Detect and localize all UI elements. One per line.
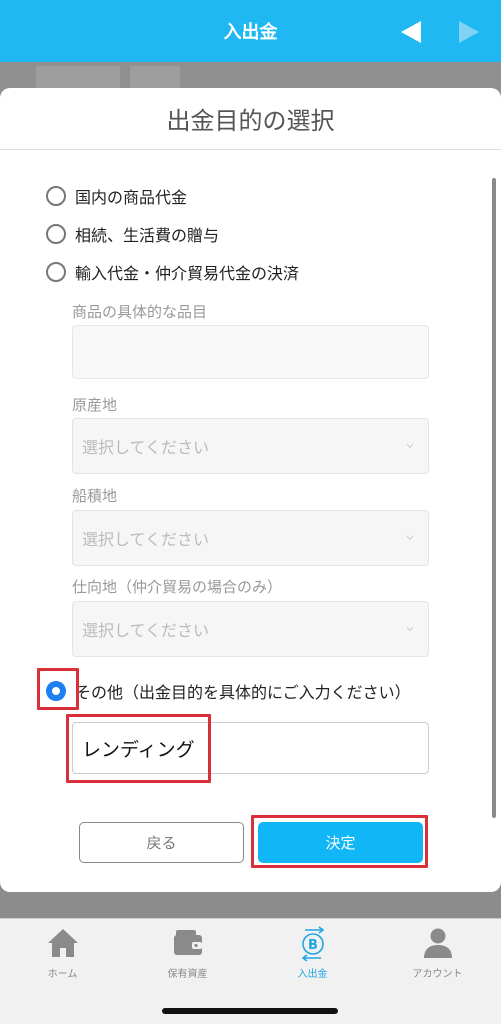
origin-placeholder: 選択してください	[82, 438, 210, 457]
tab-label: アカウント	[412, 969, 463, 980]
tab-account[interactable]: アカウント	[375, 925, 500, 985]
modal-title: 出金目的の選択	[0, 88, 501, 150]
chevron-down-icon	[406, 626, 414, 632]
tab-label: 保有資産	[167, 969, 208, 980]
triangle-right-icon[interactable]	[458, 20, 480, 44]
confirm-button[interactable]: 決定	[258, 822, 423, 863]
loading-port-select[interactable]: 選択してください	[72, 510, 429, 566]
loading-port-placeholder: 選択してください	[82, 530, 210, 549]
option-label: 国内の商品代金	[75, 188, 188, 207]
radio-button[interactable]	[46, 262, 66, 282]
back-button[interactable]: 戻る	[79, 822, 244, 863]
tab-label: 入出金	[297, 969, 328, 980]
tab-assets[interactable]: 保有資産	[125, 925, 250, 985]
chevron-down-icon	[406, 535, 414, 541]
radio-button[interactable]	[46, 224, 66, 244]
bitcoin-transfer-icon: B	[301, 926, 324, 961]
item-field-label: 商品の具体的な品目	[72, 303, 208, 321]
option-inheritance-gift[interactable]: 相続、生活費の贈与	[46, 222, 219, 246]
option-other[interactable]: その他（出金目的を具体的にご入力ください）	[46, 679, 411, 703]
home-indicator	[162, 1008, 338, 1014]
tab-label: ホーム	[47, 969, 78, 980]
svg-text:B: B	[308, 938, 318, 953]
radio-button[interactable]	[46, 186, 66, 206]
page-title: 入出金	[223, 22, 278, 43]
home-icon	[47, 929, 78, 957]
person-icon	[423, 928, 452, 958]
chevron-down-icon	[406, 443, 414, 449]
option-import-payment[interactable]: 輸入代金・仲介貿易代金の決済	[46, 260, 299, 284]
destination-placeholder: 選択してください	[82, 621, 210, 640]
scrollbar[interactable]	[492, 178, 496, 818]
option-domestic-goods[interactable]: 国内の商品代金	[46, 184, 187, 208]
option-label: 輸入代金・仲介貿易代金の決済	[75, 264, 300, 283]
destination-select[interactable]: 選択してください	[72, 601, 429, 657]
option-label: 相続、生活費の贈与	[75, 226, 220, 245]
app-header: 入出金	[0, 0, 501, 62]
other-purpose-input[interactable]: レンディング	[72, 722, 429, 774]
wallet-icon	[173, 930, 202, 955]
loading-port-field-label: 船積地	[72, 487, 118, 505]
radio-button-selected[interactable]	[46, 681, 66, 701]
origin-select[interactable]: 選択してください	[72, 418, 429, 474]
origin-field-label: 原産地	[72, 396, 118, 414]
tab-deposit-withdraw[interactable]: B 入出金	[250, 925, 375, 985]
tab-home[interactable]: ホーム	[0, 925, 125, 985]
option-label: その他（出金目的を具体的にご入力ください）	[75, 683, 411, 702]
destination-field-label: 仕向地（仲介貿易の場合のみ）	[72, 578, 283, 596]
item-input[interactable]	[72, 325, 429, 379]
triangle-left-icon[interactable]	[400, 20, 422, 44]
